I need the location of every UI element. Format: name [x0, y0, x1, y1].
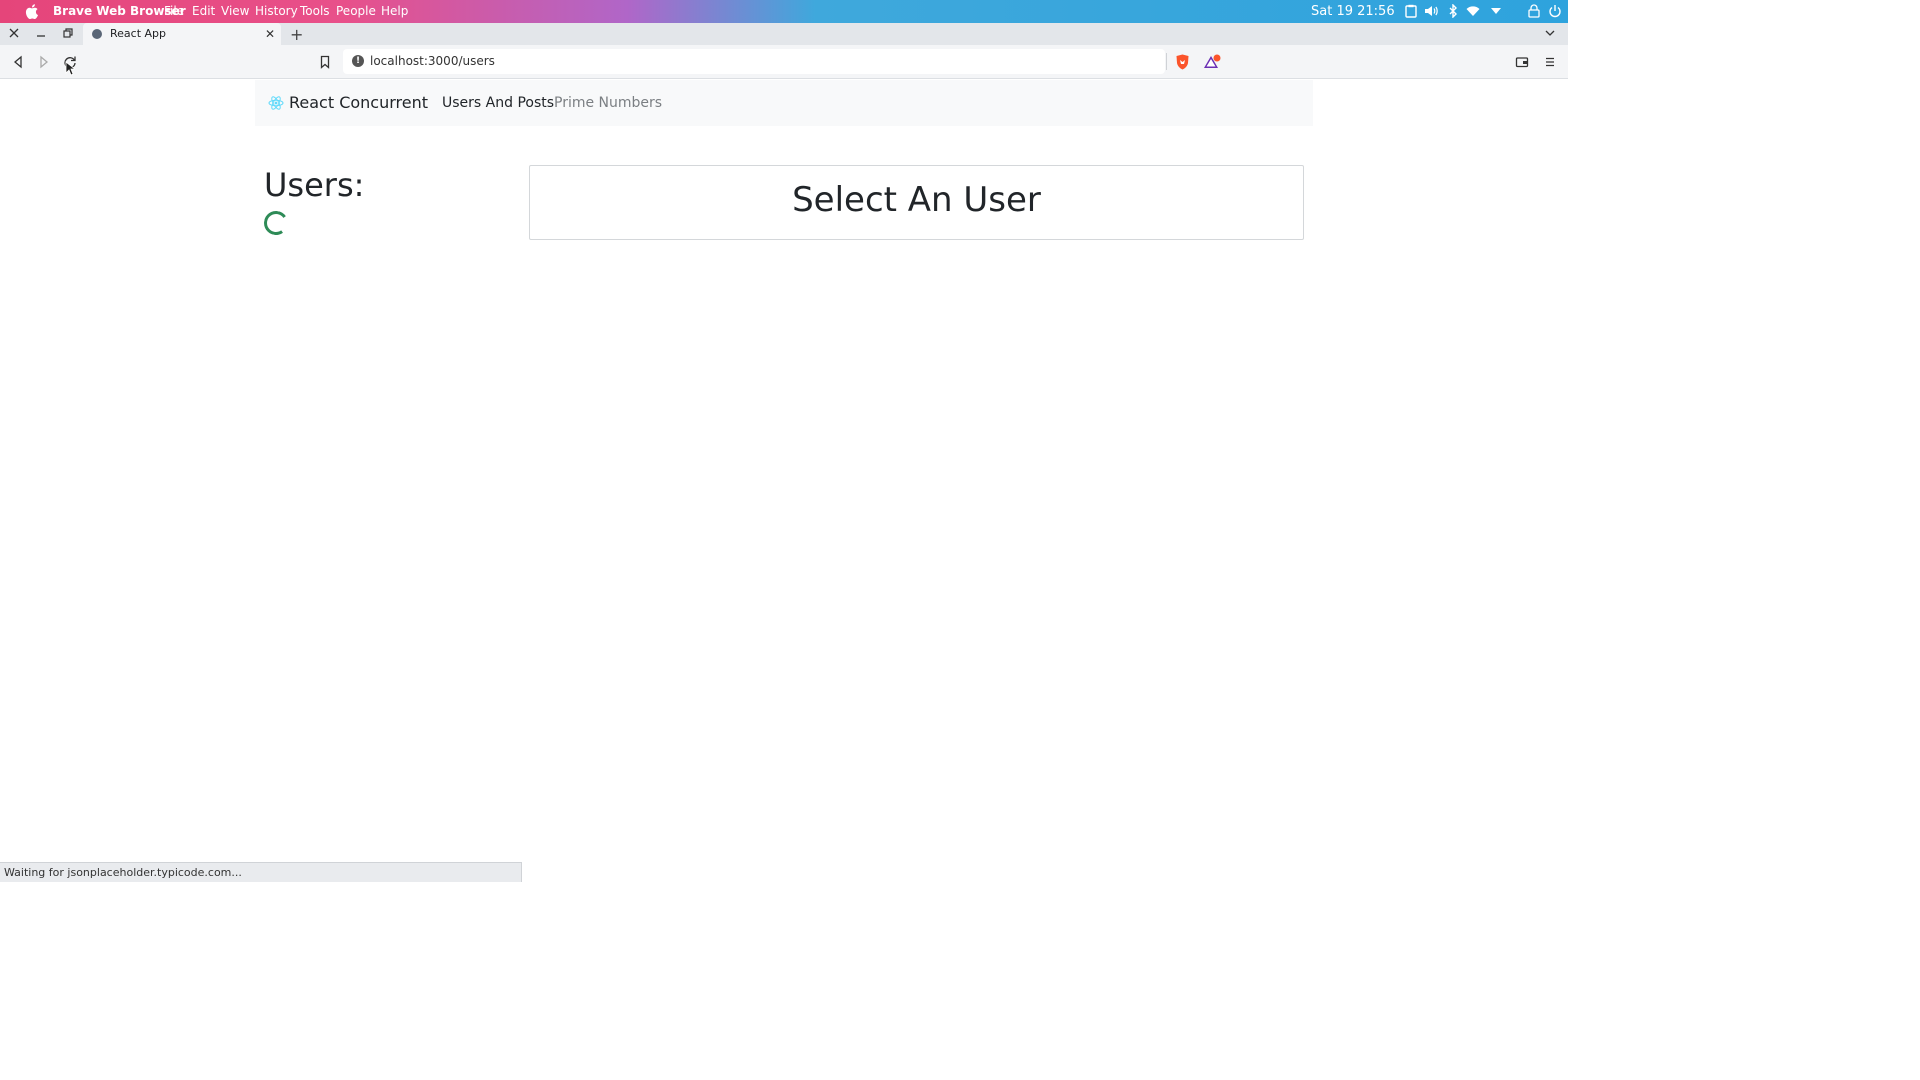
power-icon[interactable]: [1548, 4, 1562, 18]
wallet-icon[interactable]: [1515, 55, 1529, 69]
address-bar[interactable]: ! localhost:3000/users: [343, 49, 1165, 74]
forward-icon[interactable]: [37, 55, 51, 69]
select-user-title: Select An User: [792, 180, 1041, 220]
window-restore-icon[interactable]: [61, 26, 75, 40]
loading-spinner: [262, 209, 290, 237]
new-tab-button[interactable]: +: [290, 25, 303, 44]
lock-icon[interactable]: [1527, 4, 1541, 18]
tab-title: React App: [110, 27, 167, 40]
tab-close-button[interactable]: ✕: [265, 27, 275, 41]
menu-tools[interactable]: Tools: [300, 4, 330, 18]
react-logo-icon: [268, 96, 284, 110]
navbar-brand[interactable]: React Concurrent: [289, 93, 428, 112]
menu-view[interactable]: View: [221, 4, 249, 18]
menu-file[interactable]: File: [164, 4, 184, 18]
tab-search-chevron-icon[interactable]: [1544, 27, 1556, 39]
os-menu-bar: Brave Web Browser File Edit View History…: [0, 0, 1568, 23]
status-text: Waiting for jsonplaceholder.typicode.com…: [4, 866, 242, 879]
user-details-panel: Select An User: [529, 165, 1304, 240]
globe-icon: [92, 29, 102, 39]
hamburger-menu-icon[interactable]: [1543, 55, 1557, 69]
menu-history[interactable]: History: [255, 4, 298, 18]
apple-icon[interactable]: [25, 4, 39, 19]
back-icon[interactable]: [11, 55, 25, 69]
wifi-icon[interactable]: [1466, 4, 1480, 18]
browser-tab[interactable]: React App ✕: [83, 23, 281, 45]
url-text[interactable]: localhost:3000/users: [370, 54, 495, 68]
system-clock[interactable]: Sat 19 21:56: [1311, 4, 1395, 19]
nav-link-prime-numbers[interactable]: Prime Numbers: [554, 95, 662, 111]
clipboard-icon[interactable]: [1404, 4, 1418, 18]
brave-rewards-icon[interactable]: [1203, 54, 1221, 70]
site-info-icon[interactable]: !: [352, 55, 364, 67]
chevron-down-icon[interactable]: [1489, 4, 1503, 18]
toolbar-divider: [1166, 53, 1167, 70]
window-close-icon[interactable]: [7, 26, 21, 40]
bookmark-icon[interactable]: [318, 55, 332, 69]
nav-link-users-and-posts[interactable]: Users And Posts: [442, 95, 554, 111]
bluetooth-icon[interactable]: [1446, 4, 1460, 18]
status-bar: Waiting for jsonplaceholder.typicode.com…: [0, 862, 522, 882]
menu-edit[interactable]: Edit: [192, 4, 215, 18]
users-heading: Users:: [264, 166, 365, 204]
volume-icon[interactable]: [1424, 4, 1438, 18]
mouse-cursor-icon: [65, 61, 75, 76]
brave-shields-icon[interactable]: [1175, 54, 1190, 70]
window-minimize-icon[interactable]: [34, 26, 48, 40]
menu-help[interactable]: Help: [381, 4, 408, 18]
app-navbar: React Concurrent Users And Posts Prime N…: [255, 80, 1313, 126]
menu-people[interactable]: People: [336, 4, 376, 18]
